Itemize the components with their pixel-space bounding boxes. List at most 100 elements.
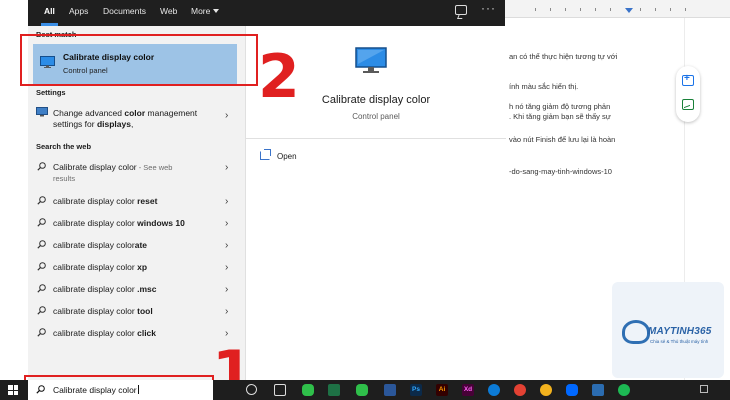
add-comment-icon[interactable]: [682, 73, 694, 86]
line-alt-icon[interactable]: [356, 384, 368, 396]
web-result-bold: tool: [137, 306, 153, 316]
web-result-base: Calibrate display color: [53, 162, 137, 172]
web-result-base: calibrate display color: [53, 328, 138, 338]
doc-line: h nó tăng giảm độ tương phản: [509, 102, 611, 111]
chevron-right-icon[interactable]: ›: [225, 162, 228, 173]
system-tray-icon[interactable]: [700, 385, 708, 393]
chevron-right-icon[interactable]: ›: [225, 218, 228, 229]
photos-icon[interactable]: [592, 384, 604, 396]
more-options-icon[interactable]: ···: [481, 1, 496, 15]
web-result-base: calibrate display color: [53, 196, 138, 206]
search-input[interactable]: Calibrate display color: [53, 385, 139, 395]
web-result-suffix: - See web: [136, 163, 173, 172]
web-result[interactable]: calibrate display colorate ›: [33, 236, 237, 256]
xd-icon[interactable]: Xd: [462, 384, 474, 396]
settings-label-part: displays: [96, 119, 131, 129]
doc-line: vào nút Finish để lưu lại là hoàn: [509, 135, 616, 144]
chevron-right-icon[interactable]: ›: [225, 306, 228, 317]
search-icon: [37, 328, 46, 337]
search-icon: [36, 385, 45, 394]
tab-documents[interactable]: Documents: [103, 0, 146, 26]
search-icon: [37, 262, 46, 271]
web-result[interactable]: Calibrate display color - See web result…: [33, 158, 237, 183]
web-result-bold: windows 10: [137, 218, 185, 228]
excel-icon[interactable]: [328, 384, 340, 396]
search-icon: [37, 284, 46, 293]
web-result-base: calibrate display color: [53, 306, 138, 316]
logo-name: MAYTINH365: [648, 326, 712, 337]
web-result-label: calibrate display color xp: [53, 262, 147, 272]
web-result-label: Calibrate display color - See web: [53, 162, 172, 172]
web-result[interactable]: calibrate display color .msc ›: [33, 280, 237, 300]
web-result-bold: reset: [137, 196, 158, 206]
search-icon: [37, 240, 46, 249]
monitor-icon: [355, 47, 387, 73]
web-result-label: calibrate display color reset: [53, 196, 157, 206]
taskbar: Calibrate display color Ps Ai Xd: [0, 380, 730, 400]
doc-line: ính màu sắc hiển thị.: [509, 82, 579, 91]
chrome-alt-icon[interactable]: [540, 384, 552, 396]
tab-apps[interactable]: Apps: [69, 0, 88, 26]
highlight-box-best-match: [20, 34, 258, 86]
search-input-value: Calibrate display color: [53, 385, 137, 395]
search-icon: [37, 162, 46, 171]
web-result[interactable]: calibrate display color xp ›: [33, 258, 237, 278]
open-button[interactable]: Open: [260, 149, 360, 165]
zalo-icon[interactable]: [566, 384, 578, 396]
detail-subtitle: Control panel: [352, 112, 400, 121]
chevron-down-icon: [213, 9, 220, 13]
ruler-indent-marker[interactable]: [625, 8, 633, 13]
search-tabs-bar: All Apps Documents Web More ···: [28, 0, 505, 26]
chevron-right-icon[interactable]: ›: [225, 262, 228, 273]
word-icon[interactable]: [384, 384, 396, 396]
tab-more[interactable]: More: [191, 0, 220, 26]
task-view-icon[interactable]: [274, 384, 286, 396]
line-icon[interactable]: [302, 384, 314, 396]
windows-start-icon[interactable]: [8, 385, 18, 395]
document-ruler: [505, 0, 730, 18]
doc-line: -do-sang-may-tinh-windows-10: [509, 167, 612, 176]
suggest-edit-icon[interactable]: [682, 99, 694, 110]
text-cursor: [137, 385, 139, 394]
web-result[interactable]: calibrate display color tool ›: [33, 302, 237, 322]
settings-result-label: Change advanced color management setting…: [53, 108, 223, 130]
web-result[interactable]: calibrate display color windows 10 ›: [33, 214, 237, 234]
web-result-sub: results: [53, 174, 76, 183]
chevron-right-icon[interactable]: ›: [225, 284, 228, 295]
cortana-icon[interactable]: [246, 384, 257, 395]
taskbar-search-box[interactable]: Calibrate display color: [28, 380, 213, 400]
web-result-label: calibrate display color tool: [53, 306, 153, 316]
chevron-right-icon[interactable]: ›: [225, 240, 228, 251]
edge-icon[interactable]: [488, 384, 500, 396]
web-result-bold: ate: [134, 240, 148, 250]
settings-label-part: Change advanced: [53, 108, 125, 118]
spotify-icon[interactable]: [618, 384, 630, 396]
illustrator-icon[interactable]: Ai: [436, 384, 448, 396]
web-result-label: calibrate display color .msc: [53, 284, 156, 294]
web-result[interactable]: calibrate display color reset ›: [33, 192, 237, 212]
tab-all[interactable]: All: [41, 0, 58, 26]
photoshop-icon[interactable]: Ps: [410, 384, 422, 396]
open-label: Open: [277, 152, 297, 161]
logo-tagline: Chia sẻ & Thủ thuật máy tính: [650, 339, 709, 344]
web-result[interactable]: calibrate display color click ›: [33, 324, 237, 344]
search-icon: [37, 218, 46, 227]
web-result-base: calibrate display color: [53, 262, 138, 272]
tab-web[interactable]: Web: [160, 0, 177, 26]
settings-result-color-management[interactable]: Change advanced color management setting…: [33, 104, 237, 134]
floating-toolbar: [676, 66, 700, 122]
tab-more-label: More: [191, 6, 211, 16]
web-result-bold: .msc: [137, 284, 157, 294]
web-result-label: calibrate display color click: [53, 328, 156, 338]
search-web-header: Search the web: [36, 142, 92, 151]
search-icon: [37, 306, 46, 315]
chevron-right-icon[interactable]: ›: [225, 110, 228, 121]
step-number-2: 2: [258, 42, 300, 112]
chrome-icon[interactable]: [514, 384, 526, 396]
doc-line: . Khi tăng giảm bạn sẽ thấy sự: [509, 112, 611, 121]
web-result-base: calibrate display color: [53, 284, 138, 294]
chevron-right-icon[interactable]: ›: [225, 196, 228, 207]
feedback-icon[interactable]: [455, 5, 467, 15]
settings-header: Settings: [36, 88, 66, 97]
web-result-label: calibrate display color windows 10: [53, 218, 185, 228]
